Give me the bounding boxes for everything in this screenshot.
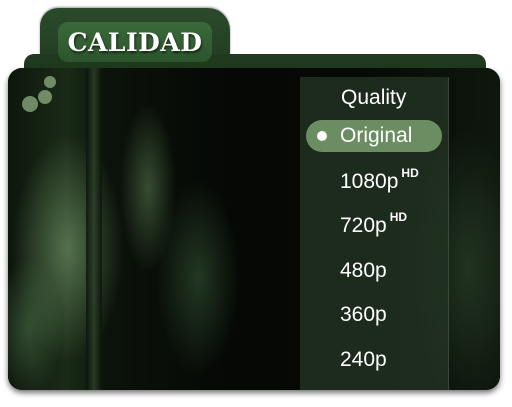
quality-option-label: 240p <box>340 348 387 371</box>
quality-option-480p[interactable]: 480p <box>340 260 387 281</box>
hd-badge: HD <box>389 210 408 224</box>
bokeh-light <box>38 90 52 104</box>
radio-dot-icon <box>317 131 327 141</box>
quality-option-label: 360p <box>340 303 387 326</box>
quality-option-label: 720p <box>340 214 387 237</box>
bokeh-light <box>44 76 56 88</box>
hd-badge: HD <box>401 166 419 180</box>
quality-option-720p[interactable]: 720p HD <box>340 211 407 237</box>
folder-icon: CALIDAD Quality Original 1080p HD 720p HD … <box>0 0 512 407</box>
quality-option-360p[interactable]: 360p <box>340 304 387 325</box>
quality-option-label: 480p <box>340 259 387 282</box>
tree-trunk <box>86 68 102 390</box>
quality-option-1080p[interactable]: 1080p HD <box>340 167 419 193</box>
folder-label: CALIDAD <box>67 27 203 57</box>
folder-label-plate: CALIDAD <box>58 22 212 62</box>
quality-option-label: Original <box>340 124 413 147</box>
bokeh-light <box>22 96 38 112</box>
quality-menu-title: Quality <box>341 86 407 109</box>
quality-option-label: 1080p <box>340 170 399 193</box>
quality-option-original[interactable]: Original <box>340 125 412 146</box>
quality-option-240p[interactable]: 240p <box>340 349 387 370</box>
